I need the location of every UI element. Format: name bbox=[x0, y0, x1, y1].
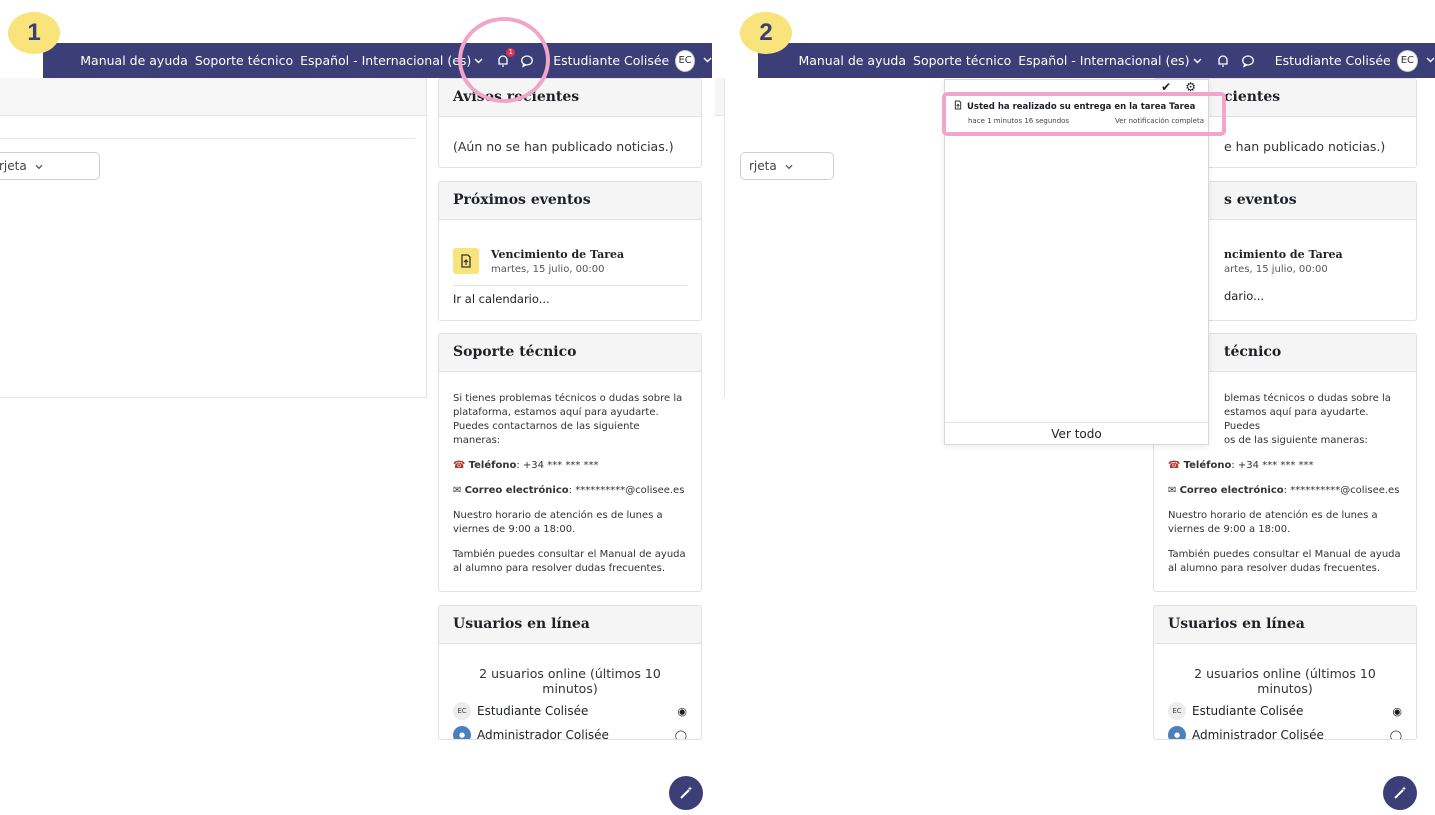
phone-icon: ☎ bbox=[453, 460, 466, 471]
online-user-name[interactable]: Estudiante Colisée bbox=[477, 704, 588, 718]
online-user-row[interactable]: ● Administrador Colisée ◯ bbox=[453, 726, 687, 740]
main-content-header bbox=[0, 78, 426, 116]
user-menu-name[interactable]: Estudiante Colisée bbox=[1275, 53, 1391, 68]
event-date: artes, 15 julio, 00:00 bbox=[1224, 264, 1328, 275]
admin-avatar-icon: ● bbox=[453, 726, 471, 739]
tech-support-link[interactable]: Soporte técnico bbox=[913, 53, 1011, 68]
online-user-row[interactable]: EC Estudiante Colisée ◉ bbox=[1168, 702, 1402, 720]
main-content-header bbox=[715, 78, 724, 116]
admin-avatar-icon: ● bbox=[1168, 726, 1186, 739]
language-menu[interactable]: Español - Internacional (es) bbox=[1018, 53, 1189, 68]
news-empty-text: (Aún no se han publicado noticias.) bbox=[453, 139, 674, 154]
chevron-down-icon[interactable] bbox=[1426, 56, 1435, 66]
step-2-panel: 2 Manual de ayuda Soporte técnico Españo… bbox=[715, 0, 1435, 815]
tech-support-link[interactable]: Soporte técnico bbox=[195, 53, 293, 68]
user-menu-name[interactable]: Estudiante Colisée bbox=[553, 53, 669, 68]
phone-icon: ☎ bbox=[1168, 460, 1181, 471]
card-title: Soporte técnico bbox=[439, 334, 701, 372]
help-manual-link[interactable]: Manual de ayuda bbox=[80, 53, 188, 68]
bell-highlight-circle bbox=[458, 17, 550, 103]
chevron-down-icon[interactable] bbox=[1192, 52, 1202, 70]
view-select[interactable]: rjeta bbox=[740, 152, 834, 180]
chevron-down-icon[interactable] bbox=[703, 56, 712, 66]
card-title: Próximos eventos bbox=[439, 182, 701, 220]
online-summary: 2 usuarios online (últimos 10 minutos) bbox=[479, 666, 661, 696]
chat-icon[interactable]: ◯ bbox=[675, 729, 687, 740]
event-date: martes, 15 julio, 00:00 bbox=[491, 264, 605, 275]
file-upload-icon bbox=[453, 248, 479, 274]
chat-icon[interactable]: ◯ bbox=[1390, 729, 1402, 740]
events-card: Próximos eventos Vencimiento de Tarea ma… bbox=[438, 181, 702, 321]
view-select-label: rjeta bbox=[749, 159, 777, 173]
notification-highlight-box bbox=[942, 92, 1226, 136]
event-title[interactable]: ncimiento de Tarea bbox=[1224, 248, 1402, 261]
event-item[interactable]: Vencimiento de Tarea martes, 15 julio, 0… bbox=[453, 248, 687, 275]
view-all-link[interactable]: Ver todo bbox=[945, 422, 1208, 444]
bell-icon[interactable] bbox=[1214, 52, 1231, 70]
online-user-name[interactable]: Administrador Colisée bbox=[477, 728, 609, 739]
support-email: ✉ Correo electrónico: **********@colisee… bbox=[1168, 485, 1400, 496]
chevron-down-icon bbox=[34, 164, 43, 170]
chevron-down-icon bbox=[784, 164, 793, 170]
main-content-area bbox=[715, 78, 725, 398]
card-title: Usuarios en línea bbox=[1154, 606, 1416, 644]
language-menu[interactable]: Español - Internacional (es) bbox=[300, 53, 471, 68]
support-manual: También puedes consultar el Manual de ay… bbox=[1168, 549, 1401, 574]
calendar-link[interactable]: dario... bbox=[1224, 289, 1402, 303]
support-phone: ☎ Teléfono: +34 *** *** *** bbox=[1168, 460, 1314, 471]
online-users-card: Usuarios en línea 2 usuarios online (últ… bbox=[1153, 605, 1417, 740]
top-navbar: Manual de ayuda Soporte técnico Español … bbox=[758, 43, 1435, 78]
step-2-badge: 2 bbox=[740, 12, 792, 54]
online-user-name[interactable]: Estudiante Colisée bbox=[1192, 704, 1303, 718]
support-card: Soporte técnico Si tienes problemas técn… bbox=[438, 333, 702, 592]
view-select-label: rjeta bbox=[0, 159, 27, 173]
avatar[interactable]: EC bbox=[1396, 49, 1418, 72]
divider bbox=[0, 138, 415, 139]
support-email: ✉ Correo electrónico: **********@colisee… bbox=[453, 485, 685, 496]
online-user-row[interactable]: EC Estudiante Colisée ◉ bbox=[453, 702, 687, 720]
online-user-name[interactable]: Administrador Colisée bbox=[1192, 728, 1324, 739]
help-manual-link[interactable]: Manual de ayuda bbox=[798, 53, 906, 68]
avatar: EC bbox=[453, 702, 471, 720]
top-navbar: Manual de ayuda Soporte técnico Español … bbox=[43, 43, 712, 78]
chat-icon[interactable] bbox=[1239, 52, 1256, 70]
eye-icon[interactable]: ◉ bbox=[1392, 705, 1402, 718]
avatar[interactable]: EC bbox=[675, 49, 695, 72]
mail-icon: ✉ bbox=[453, 485, 462, 496]
magic-wand-icon[interactable] bbox=[1383, 776, 1417, 810]
calendar-link[interactable]: Ir al calendario... bbox=[453, 292, 687, 306]
step-1-badge: 1 bbox=[8, 12, 60, 54]
eye-icon[interactable]: ◉ bbox=[677, 705, 687, 718]
view-select[interactable]: rjeta bbox=[0, 152, 100, 180]
magic-wand-icon[interactable] bbox=[669, 776, 703, 810]
mail-icon: ✉ bbox=[1168, 485, 1177, 496]
support-hours: Nuestro horario de atención es de lunes … bbox=[453, 510, 663, 535]
online-user-row[interactable]: ● Administrador Colisée ◯ bbox=[1168, 726, 1402, 740]
support-hours: Nuestro horario de atención es de lunes … bbox=[1168, 510, 1378, 535]
step-1-panel: 1 Manual de ayuda Soporte técnico Españo… bbox=[0, 0, 720, 815]
support-manual: También puedes consultar el Manual de ay… bbox=[453, 549, 686, 574]
avatar: EC bbox=[1168, 702, 1186, 720]
online-summary: 2 usuarios online (últimos 10 minutos) bbox=[1194, 666, 1376, 696]
main-content-area bbox=[0, 78, 427, 398]
support-phone: ☎ Teléfono: +34 *** *** *** bbox=[453, 460, 599, 471]
support-intro: Si tienes problemas técnicos o dudas sob… bbox=[453, 393, 683, 446]
online-users-card: Usuarios en línea 2 usuarios online (últ… bbox=[438, 605, 702, 740]
event-title[interactable]: Vencimiento de Tarea bbox=[491, 248, 624, 261]
card-title: Usuarios en línea bbox=[439, 606, 701, 644]
